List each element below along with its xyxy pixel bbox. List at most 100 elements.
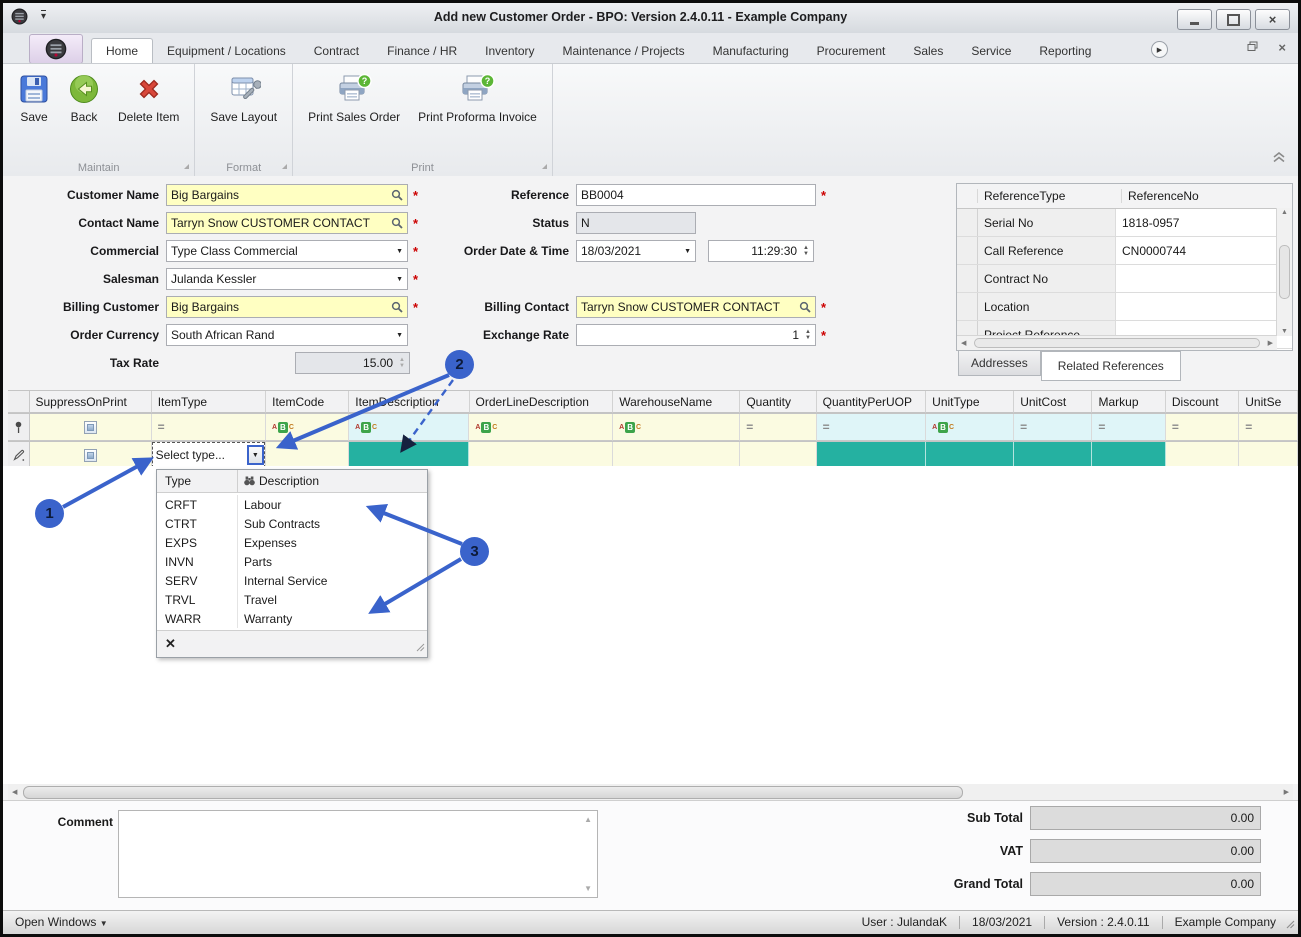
minimize-button[interactable] [1177,9,1212,30]
reference-field[interactable]: BB0004 [576,184,816,206]
reference-row[interactable]: Contract No [957,265,1292,293]
references-vertical-scrollbar[interactable]: ▲ ▼ [1276,208,1292,336]
resize-grip-icon[interactable] [1285,918,1295,932]
dialog-launcher-icon[interactable] [183,159,190,173]
tax-rate-field[interactable]: 15.00 ▲ ▼ [295,352,410,374]
type-option-exps[interactable]: EXPS Expenses [157,533,427,552]
tab-procurement[interactable]: Procurement [803,39,900,63]
column-header-unittype[interactable]: UnitType [926,391,1015,413]
spinner[interactable]: ▲ ▼ [399,357,405,369]
type-option-crft[interactable]: CRFT Labour [157,495,427,514]
mdi-close-button[interactable]: × [1278,41,1286,54]
open-windows-button[interactable]: Open Windows ▼ [15,915,108,929]
edit-cell-unittype[interactable] [926,442,1015,469]
scroll-right-icon[interactable]: ▶ [1264,339,1277,347]
equals-filter-icon[interactable]: = [1172,420,1179,434]
abc-filter-icon[interactable]: ABC [355,421,377,433]
order-date-time-field[interactable]: 18/03/2021 ▼ [576,240,696,262]
scrollbar-thumb[interactable] [1279,245,1290,299]
tab-inventory[interactable]: Inventory [471,39,548,63]
abc-filter-icon[interactable]: ABC [272,421,294,433]
spinner[interactable]: ▲ ▼ [805,329,811,341]
back-button[interactable]: Back [59,68,109,160]
application-button[interactable] [29,34,83,64]
clear-selection-icon[interactable]: ✕ [157,636,176,652]
referenceno-column-header[interactable]: ReferenceNo [1121,189,1268,203]
order-date-time-time-field[interactable]: 11:29:30 ▲ ▼ [708,240,814,262]
resize-grip-icon[interactable] [416,641,425,655]
tab-scroll-right-icon[interactable]: ▶ [1151,41,1168,58]
filter-cell-discount[interactable]: = [1165,414,1240,441]
type-column-header[interactable]: Type [157,474,237,488]
edit-cell-unitse[interactable] [1239,442,1298,469]
filter-cell-suppressonprint[interactable] [29,414,152,441]
exchange-rate-field[interactable]: 1 ▲ ▼ [576,324,816,346]
tab-related-references[interactable]: Related References [1040,351,1181,381]
tab-addresses[interactable]: Addresses [958,351,1041,376]
abc-filter-icon[interactable]: ABC [932,421,954,433]
mdi-restore-button[interactable] [1247,41,1258,55]
checkbox[interactable] [83,420,97,434]
spinner[interactable]: ▲ ▼ [803,245,809,257]
filter-cell-unittype[interactable]: ABC [926,414,1015,441]
column-header-warehousename[interactable]: WarehouseName [613,391,741,413]
filter-cell-unitse[interactable]: = [1239,414,1298,441]
type-option-trvl[interactable]: TRVL Travel [157,590,427,609]
maximize-button[interactable] [1216,9,1251,30]
column-header-discount[interactable]: Discount [1165,391,1240,413]
filter-cell-quantityperuop[interactable]: = [816,414,927,441]
edit-cell-discount[interactable] [1165,442,1240,469]
grid-horizontal-scrollbar[interactable]: ◀ ▶ [8,784,1293,800]
tab-manufacturing[interactable]: Manufacturing [699,39,803,63]
filter-cell-itemdescription[interactable]: ABC [349,414,470,441]
column-header-unitcost[interactable]: UnitCost [1014,391,1093,413]
tab-finance-hr[interactable]: Finance / HR [373,39,471,63]
dialog-launcher-icon[interactable] [281,159,288,173]
close-button[interactable]: × [1255,9,1290,30]
save-layout-button[interactable]: Save Layout [201,68,286,160]
comment-input[interactable]: ▲ ▼ [118,810,598,898]
scroll-up-icon[interactable]: ▲ [1277,209,1292,216]
edit-cell-warehousename[interactable] [613,442,741,469]
references-horizontal-scrollbar[interactable]: ◀ ▶ [957,335,1277,350]
filter-cell-orderlinedescription[interactable]: ABC [469,414,614,441]
type-option-invn[interactable]: INVN Parts [157,552,427,571]
billing-contact-field[interactable]: Tarryn Snow CUSTOMER CONTACT [576,296,816,318]
abc-filter-icon[interactable]: ABC [475,421,497,433]
scroll-up-icon[interactable]: ▲ [584,815,592,824]
search-icon[interactable] [391,301,403,313]
dropdown-icon[interactable]: ▼ [396,276,403,283]
column-header-itemcode[interactable]: ItemCode [266,391,350,413]
scrollbar-thumb[interactable] [23,785,964,799]
reference-row[interactable]: Serial No 1818-0957 [957,209,1292,237]
scroll-down-icon[interactable]: ▼ [584,884,592,893]
customer-name-field[interactable]: Big Bargains [166,184,408,206]
filter-cell-quantity[interactable]: = [740,414,817,441]
scroll-down-icon[interactable]: ▼ [1277,328,1292,335]
column-header-orderlinedescription[interactable]: OrderLineDescription [469,391,614,413]
edit-cell-itemdescription[interactable] [349,442,470,469]
column-header-markup[interactable]: Markup [1092,391,1166,413]
scrollbar-thumb[interactable] [974,338,1260,348]
scroll-left-icon[interactable]: ◀ [8,788,21,796]
print-sales-order-button[interactable]: ? Print Sales Order [299,68,409,160]
search-icon[interactable] [391,217,403,229]
abc-filter-icon[interactable]: ABC [619,421,641,433]
filter-cell-itemtype[interactable]: = [151,414,266,441]
dropdown-icon[interactable]: ▼ [396,248,403,255]
save-button[interactable]: Save [9,68,59,160]
search-icon[interactable] [391,189,403,201]
equals-filter-icon[interactable]: = [1098,420,1105,434]
commercial-field[interactable]: Type Class Commercial ▼ [166,240,408,262]
equals-filter-icon[interactable]: = [1020,420,1027,434]
edit-cell-suppressonprint[interactable] [29,442,152,469]
edit-cell-markup[interactable] [1092,442,1166,469]
filter-cell-itemcode[interactable]: ABC [265,414,350,441]
tab-sales[interactable]: Sales [899,39,957,63]
item-type-selector[interactable]: Select type... ▼ [151,442,265,468]
tab-home[interactable]: Home [91,38,154,63]
app-icon[interactable] [11,8,28,28]
billing-customer-field[interactable]: Big Bargains [166,296,408,318]
type-option-ctrt[interactable]: CTRT Sub Contracts [157,514,427,533]
order-currency-field[interactable]: South African Rand ▼ [166,324,408,346]
